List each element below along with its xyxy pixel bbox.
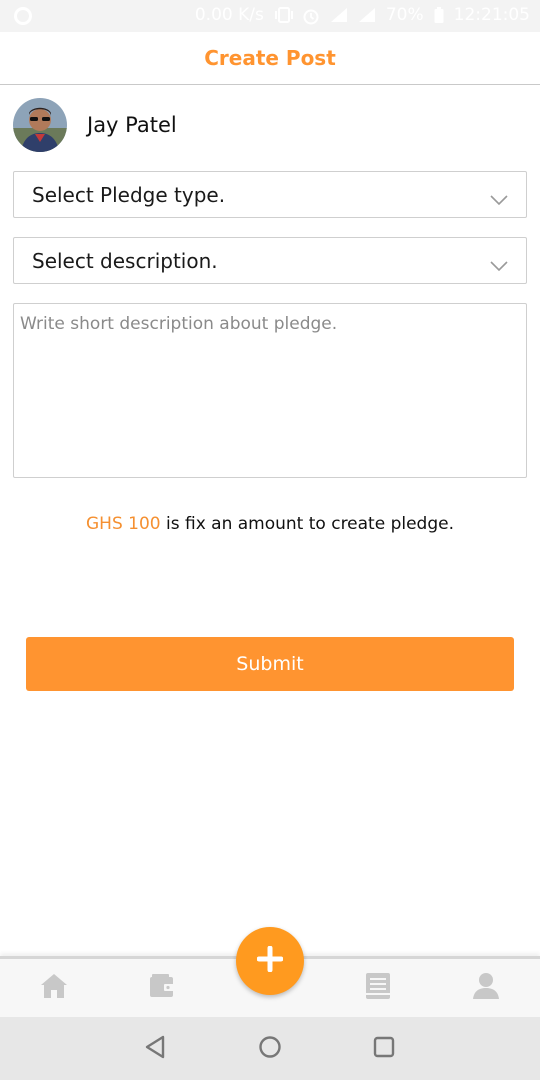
back-icon — [144, 1035, 166, 1063]
system-nav-bar — [0, 1017, 540, 1080]
wallet-icon — [149, 973, 175, 1003]
user-name: Jay Patel — [87, 112, 177, 137]
description-value: Select description. — [32, 248, 218, 273]
home-icon — [40, 973, 68, 1003]
recents-button[interactable] — [372, 1036, 396, 1062]
description-select[interactable]: Select description. — [13, 237, 527, 284]
nav-wallet[interactable] — [147, 973, 177, 1003]
signal-icon-2 — [358, 7, 376, 23]
profile-icon — [472, 972, 500, 1004]
fee-text: is fix an amount to create pledge. — [160, 514, 455, 534]
alarm-icon — [302, 7, 320, 25]
app-header: Create Post — [0, 32, 540, 85]
home-button[interactable] — [258, 1035, 282, 1063]
chevron-down-icon — [490, 187, 508, 211]
submit-button[interactable]: Submit — [26, 637, 514, 691]
fee-note: GHS 100 is fix an amount to create pledg… — [0, 514, 540, 534]
book-icon — [365, 972, 391, 1004]
battery-percent: 70% — [385, 5, 424, 25]
square-recents-icon — [373, 1036, 395, 1062]
battery-icon — [434, 7, 444, 23]
circle-home-icon — [258, 1035, 282, 1063]
nav-book[interactable] — [363, 973, 393, 1003]
notification-icon — [14, 7, 32, 25]
page-title: Create Post — [204, 46, 336, 70]
status-bar: 0.00 K/s 70% 12:21:05 — [0, 0, 540, 32]
add-icon — [256, 945, 284, 976]
user-row: Jay Patel — [13, 97, 177, 152]
back-button[interactable] — [143, 1035, 167, 1063]
add-post-button[interactable] — [236, 927, 304, 995]
chevron-down-icon — [490, 253, 508, 277]
network-speed: 0.00 K/s — [194, 5, 264, 25]
fee-amount: GHS 100 — [85, 514, 161, 534]
avatar[interactable] — [13, 97, 67, 152]
nav-home[interactable] — [39, 973, 69, 1003]
signal-icon — [330, 7, 348, 23]
pledge-type-value: Select Pledge type. — [32, 182, 226, 207]
pledge-type-select[interactable]: Select Pledge type. — [13, 171, 527, 218]
clock: 12:21:05 — [453, 5, 530, 25]
short-description-input[interactable] — [13, 303, 527, 478]
nav-profile[interactable] — [471, 973, 501, 1003]
vibrate-icon — [274, 7, 293, 23]
